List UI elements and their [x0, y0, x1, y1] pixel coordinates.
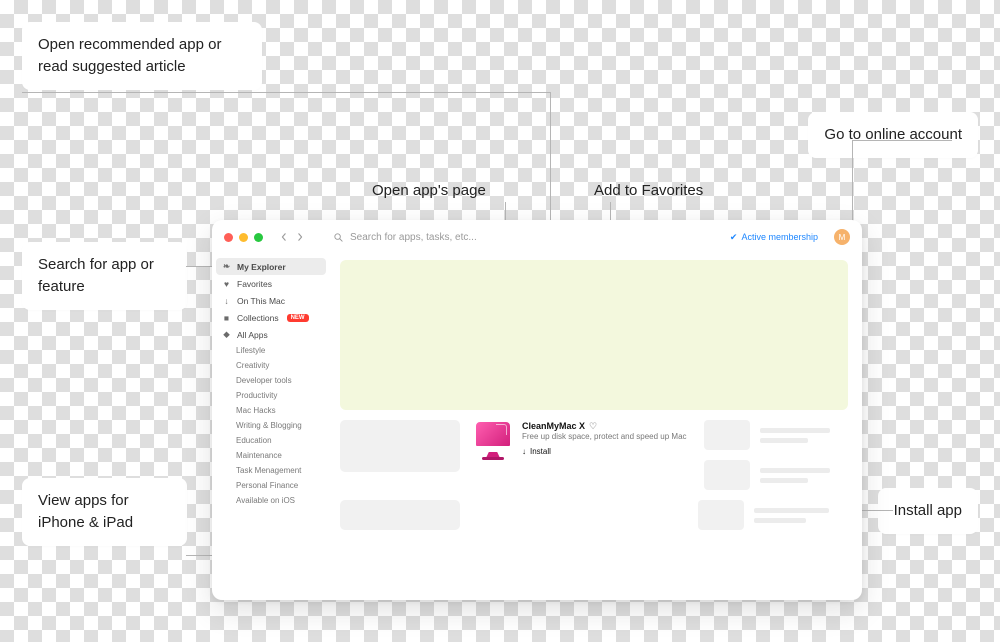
- sidebar-item-label: All Apps: [237, 330, 268, 340]
- traffic-lights: [224, 233, 263, 242]
- search-field[interactable]: Search for apps, tasks, etc...: [333, 232, 722, 243]
- card-placeholder[interactable]: [340, 420, 460, 472]
- sidebar-category[interactable]: Personal Finance: [212, 478, 330, 493]
- sidebar-category[interactable]: Creativity: [212, 358, 330, 373]
- thumbnail-placeholder: [704, 420, 750, 450]
- avatar[interactable]: M: [834, 229, 850, 245]
- favorite-button[interactable]: ♡: [589, 420, 597, 432]
- install-label: Install: [530, 447, 551, 458]
- sidebar-category[interactable]: Lifestyle: [212, 343, 330, 358]
- sidebar-category[interactable]: Productivity: [212, 388, 330, 403]
- sidebar-item-my-explorer[interactable]: ❧ My Explorer: [216, 258, 326, 275]
- main-content: CleanMyMac X ♡ Free up disk space, prote…: [330, 254, 862, 600]
- sidebar-category[interactable]: Developer tools: [212, 373, 330, 388]
- sidebar-item-favorites[interactable]: ♥ Favorites: [212, 275, 330, 292]
- chevron-right-icon: [296, 233, 304, 241]
- sidebar-item-label: My Explorer: [237, 262, 286, 272]
- sidebar-category[interactable]: Mac Hacks: [212, 403, 330, 418]
- sidebar-category[interactable]: Writing & Blogging: [212, 418, 330, 433]
- chevron-left-icon: [280, 233, 288, 241]
- membership-label: Active membership: [741, 232, 818, 242]
- callout-online-account: Go to online account: [808, 112, 978, 158]
- folder-icon: ■: [222, 313, 231, 322]
- featured-banner[interactable]: [340, 260, 848, 410]
- nav-buttons: [277, 230, 307, 244]
- heart-icon: ♥: [222, 279, 231, 288]
- sidebar: ❧ My Explorer ♥ Favorites ↓ On This Mac …: [212, 254, 330, 600]
- callout-add-favorites: Add to Favorites: [594, 182, 703, 199]
- list-item[interactable]: [698, 500, 848, 530]
- new-badge: NEW: [287, 314, 309, 322]
- sidebar-item-on-this-mac[interactable]: ↓ On This Mac: [212, 292, 330, 309]
- callout-open-page: Open app's page: [372, 182, 486, 199]
- app-window: Search for apps, tasks, etc... ✔ Active …: [212, 220, 862, 600]
- sidebar-item-collections[interactable]: ■ Collections NEW: [212, 309, 330, 326]
- download-icon: ↓: [222, 296, 231, 305]
- back-button[interactable]: [277, 230, 291, 244]
- sidebar-item-label: On This Mac: [237, 296, 285, 306]
- leaf-icon: ❧: [222, 262, 231, 271]
- close-icon[interactable]: [224, 233, 233, 242]
- membership-link[interactable]: ✔ Active membership: [730, 232, 818, 243]
- install-button[interactable]: ↓ Install: [522, 447, 687, 458]
- sidebar-item-all-apps[interactable]: ◆ All Apps: [212, 326, 330, 343]
- sidebar-category[interactable]: Task Menagement: [212, 463, 330, 478]
- app-icon: [472, 420, 514, 462]
- list-item[interactable]: [704, 420, 848, 450]
- callout-recommended: Open recommended app or read suggested a…: [22, 22, 262, 90]
- callout-search-feature: Search for app or feature: [22, 242, 187, 310]
- sidebar-category[interactable]: Maintenance: [212, 448, 330, 463]
- diamond-icon: ◆: [222, 330, 231, 339]
- search-icon: [333, 232, 344, 243]
- list-item[interactable]: [704, 460, 848, 490]
- connector: [22, 92, 550, 93]
- thumbnail-placeholder: [698, 500, 744, 530]
- check-icon: ✔: [730, 232, 738, 243]
- download-icon: ↓: [522, 447, 526, 458]
- titlebar: Search for apps, tasks, etc... ✔ Active …: [212, 220, 862, 254]
- app-name: CleanMyMac X: [522, 420, 585, 432]
- app-description: Free up disk space, protect and speed up…: [522, 432, 687, 443]
- sidebar-item-label: Collections: [237, 313, 279, 323]
- sidebar-category-ios[interactable]: Available on iOS: [212, 493, 330, 508]
- app-card-cleanmymac[interactable]: CleanMyMac X ♡ Free up disk space, prote…: [472, 420, 692, 490]
- forward-button[interactable]: [293, 230, 307, 244]
- sidebar-item-label: Favorites: [237, 279, 272, 289]
- minimize-icon[interactable]: [239, 233, 248, 242]
- thumbnail-placeholder: [704, 460, 750, 490]
- card-placeholder[interactable]: [340, 500, 460, 530]
- search-placeholder: Search for apps, tasks, etc...: [350, 232, 477, 243]
- sidebar-category[interactable]: Education: [212, 433, 330, 448]
- maximize-icon[interactable]: [254, 233, 263, 242]
- callout-ios-apps: View apps for iPhone & iPad: [22, 478, 187, 546]
- connector: [852, 140, 952, 141]
